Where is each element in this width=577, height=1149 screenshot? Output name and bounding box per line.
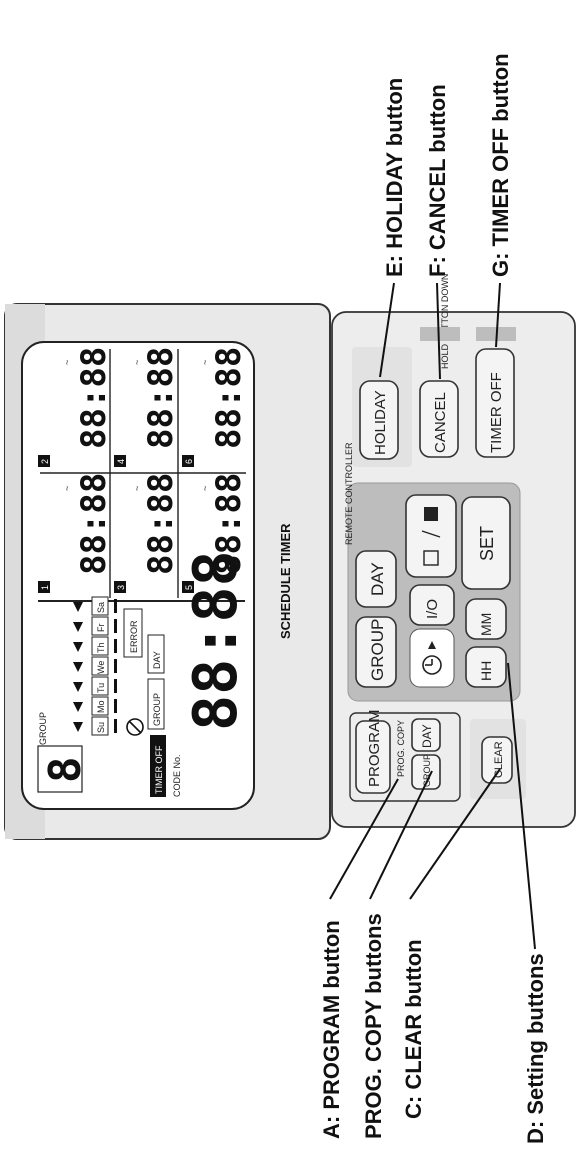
day-label-tu: Tu: [96, 683, 106, 693]
indicator-strip-cancel: [420, 327, 460, 341]
program-button-label: PROGRAM: [366, 709, 383, 787]
diagram-stage: GROUP 8 Su Mo Tu We Th Fr Sa ERROR TIMER…: [0, 0, 577, 1149]
day-label-su: Su: [96, 722, 106, 733]
on-off-button-label: I/O: [424, 599, 441, 619]
day-label-we: We: [96, 661, 106, 674]
lcd-group-box-label: GROUP: [152, 693, 162, 726]
slot-number-2: 2: [40, 459, 50, 464]
slot-number-4: 4: [116, 459, 126, 464]
slot-tilde-6: ~: [200, 360, 210, 365]
cancel-button-label: CANCEL: [432, 392, 449, 453]
callout-prog-copy: PROG. COPY buttons: [361, 913, 386, 1139]
day-label-th: Th: [96, 642, 106, 653]
timer-off-button-label: TIMER OFF: [488, 372, 505, 453]
slot-number-1: 1: [40, 585, 50, 590]
slot-tilde-1: ~: [62, 486, 72, 491]
callout-program: A: PROGRAM button: [319, 920, 344, 1139]
set-button-label: SET: [477, 526, 497, 561]
hh-button-label: HH: [478, 661, 494, 681]
slot-number-5: 5: [184, 585, 194, 590]
callout-setting: D: Setting buttons: [523, 953, 548, 1144]
rotated-diagram: GROUP 8 Su Mo Tu We Th Fr Sa ERROR TIMER…: [0, 0, 577, 1149]
panel-title: SCHEDULE TIMER: [278, 523, 293, 639]
slot-tilde-4: ~: [132, 360, 142, 365]
lcd-group-digit: 8: [40, 757, 91, 784]
slot-tilde-2: ~: [62, 360, 72, 365]
schedule-timer-panel: GROUP 8 Su Mo Tu We Th Fr Sa ERROR TIMER…: [4, 303, 331, 840]
lcd-clock: 88:88: [181, 550, 251, 731]
callout-holiday: E: HOLIDAY button: [382, 78, 407, 277]
day-label-fr: Fr: [96, 624, 106, 633]
lcd-group-label: GROUP: [38, 712, 48, 745]
slot-time-2: 88:88: [74, 347, 114, 449]
holiday-button-label: HOLIDAY: [372, 390, 389, 455]
hold-button-down-label: HOLD BUTTON DOWN: [440, 274, 450, 369]
control-area: PROGRAM PROG. COPY GROUP DAY CLEAR GROUP…: [331, 274, 576, 828]
prog-copy-label: PROG. COPY: [396, 720, 406, 777]
slot-time-6: 88:88: [209, 347, 249, 449]
timer-indicator: [409, 628, 455, 688]
lcd-day-box-label: DAY: [152, 651, 162, 669]
diagram-svg: GROUP 8 Su Mo Tu We Th Fr Sa ERROR TIMER…: [4, 53, 576, 1144]
day-label-mo: Mo: [96, 700, 106, 713]
lcd-error: ERROR: [129, 620, 139, 653]
slot-time-4: 88:88: [141, 347, 181, 449]
day-button-label: DAY: [368, 562, 387, 596]
slot-time-5: 88:88: [209, 473, 249, 575]
slot-time-1: 88:88: [74, 473, 114, 575]
clear-button-label: CLEAR: [493, 741, 505, 778]
slot-number-3: 3: [116, 585, 126, 590]
callout-cancel: F: CANCEL button: [425, 84, 450, 277]
group-button-label: GROUP: [368, 619, 387, 681]
slot-tilde-5: ~: [200, 486, 210, 491]
slot-number-6: 6: [184, 459, 194, 464]
prog-copy-day-label: DAY: [420, 724, 434, 748]
callout-timer-off: G: TIMER OFF button: [488, 53, 513, 277]
lcd-code-no: CODE No.: [172, 754, 182, 797]
slot-time-3: 88:88: [141, 473, 181, 575]
lcd-timer-off: TIMER OFF: [154, 745, 164, 794]
mm-button-label: MM: [478, 613, 494, 636]
day-label-sa: Sa: [96, 602, 106, 613]
callout-clear: C: CLEAR button: [401, 939, 426, 1119]
slot-tilde-3: ~: [132, 486, 142, 491]
